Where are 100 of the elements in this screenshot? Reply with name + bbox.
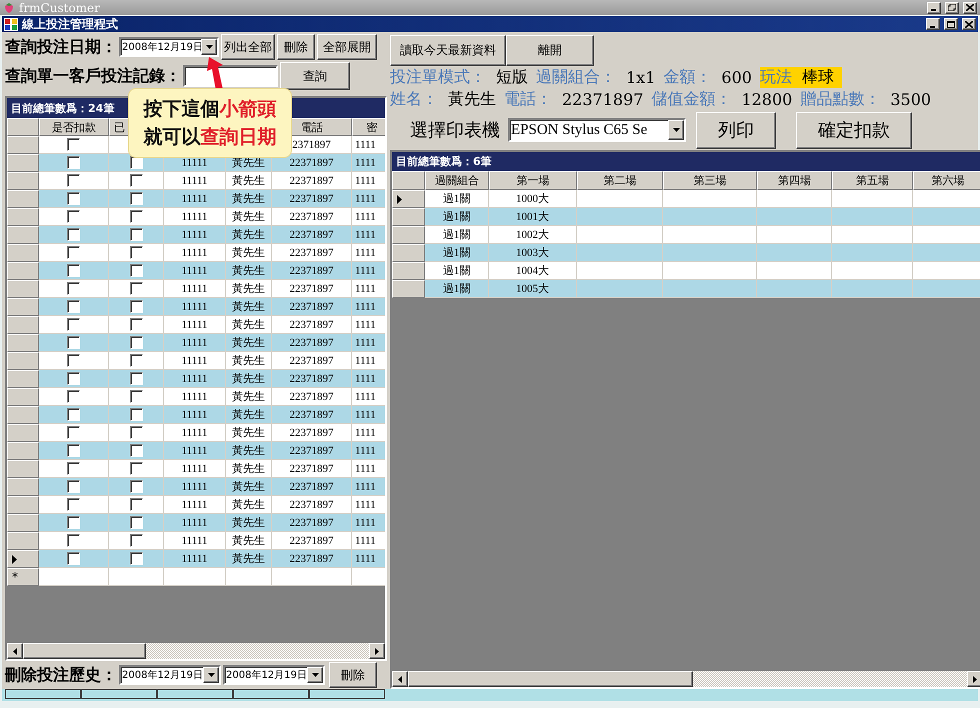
checkbox[interactable] (67, 516, 80, 529)
checkbox[interactable] (130, 282, 142, 295)
column-header[interactable]: 第三場 (663, 171, 757, 190)
table-cell: 22371897 (272, 460, 352, 478)
field-value: 600 (721, 68, 753, 86)
checkbox[interactable] (67, 390, 80, 403)
checkbox[interactable] (67, 408, 80, 421)
checkbox[interactable] (130, 318, 142, 331)
column-header[interactable]: 第二場 (577, 171, 663, 190)
checkbox[interactable] (67, 192, 80, 205)
checkbox[interactable] (130, 480, 142, 493)
action-button[interactable]: 列印 (696, 112, 776, 148)
minimize-button[interactable] (927, 2, 941, 14)
checkbox[interactable] (130, 210, 142, 223)
scroll-left-button[interactable] (392, 671, 408, 687)
checkbox[interactable] (67, 534, 80, 547)
checkbox[interactable] (67, 462, 80, 475)
toolbar-button[interactable]: 列出全部 (221, 34, 275, 60)
dropdown-button[interactable] (201, 39, 217, 55)
row-header[interactable] (392, 190, 425, 208)
column-header[interactable]: 第五場 (832, 171, 913, 190)
toolbar-button[interactable]: 讀取今天最新資料 (390, 34, 506, 66)
scroll-thumb[interactable] (23, 643, 146, 659)
column-header[interactable]: 過關組合 (425, 171, 489, 190)
dropdown-button[interactable] (668, 120, 684, 140)
checkbox[interactable] (130, 498, 142, 511)
column-header[interactable]: 是否扣款 (39, 118, 109, 136)
checkbox[interactable] (67, 210, 80, 223)
checkbox[interactable] (67, 228, 80, 241)
checkbox[interactable] (67, 264, 80, 277)
checkbox[interactable] (67, 336, 80, 349)
row-header[interactable] (7, 550, 39, 568)
checkbox[interactable] (130, 372, 142, 385)
table-cell: 1111 (352, 244, 385, 262)
checkbox[interactable] (67, 354, 80, 367)
date-picker[interactable]: 2008年12月19日 (119, 665, 221, 685)
checkbox[interactable] (67, 318, 80, 331)
checkbox[interactable] (67, 480, 80, 493)
checkbox[interactable] (67, 282, 80, 295)
scroll-thumb[interactable] (408, 671, 692, 687)
checkbox[interactable] (130, 174, 142, 187)
horizontal-scrollbar[interactable] (7, 643, 385, 659)
checkbox[interactable] (130, 264, 142, 277)
checkbox[interactable] (130, 426, 142, 439)
checkbox[interactable] (130, 192, 142, 205)
checkbox[interactable] (130, 462, 142, 475)
checkbox[interactable] (67, 498, 80, 511)
dropdown-button[interactable] (203, 667, 219, 683)
table-cell: 1111 (352, 514, 385, 532)
horizontal-scrollbar[interactable] (392, 671, 980, 687)
checkbox[interactable] (67, 372, 80, 385)
scroll-left-button[interactable] (7, 643, 23, 659)
checkbox[interactable] (67, 426, 80, 439)
checkbox[interactable] (67, 246, 80, 259)
toolbar-button[interactable]: 離開 (506, 34, 594, 66)
date-picker[interactable]: 2008年12月19日 (223, 665, 325, 685)
checkbox[interactable] (67, 138, 80, 151)
scroll-right-button[interactable] (369, 643, 385, 659)
field-value: 12800 (741, 90, 794, 108)
search-button[interactable]: 查詢 (280, 62, 350, 90)
checkbox[interactable] (130, 228, 142, 241)
checkbox[interactable] (130, 408, 142, 421)
checkbox[interactable] (130, 516, 142, 529)
checkbox[interactable] (130, 354, 142, 367)
column-header[interactable]: 第六場 (913, 171, 980, 190)
column-header[interactable]: 第四場 (757, 171, 832, 190)
checkbox[interactable] (67, 174, 80, 187)
table-cell (913, 190, 980, 208)
table-cell: 1111 (352, 478, 385, 496)
checkbox[interactable] (130, 336, 142, 349)
date-picker[interactable]: 2008年12月19日 (119, 37, 219, 57)
checkbox[interactable] (130, 390, 142, 403)
checkbox[interactable] (130, 444, 142, 457)
checkbox[interactable] (67, 552, 80, 565)
field-value: 1x1 (626, 68, 656, 86)
minimize-button[interactable] (926, 18, 940, 30)
close-button[interactable] (963, 2, 977, 14)
checkbox[interactable] (130, 534, 142, 547)
action-button[interactable]: 確定扣款 (796, 112, 912, 148)
delete-button[interactable]: 刪除 (329, 662, 377, 688)
search-field[interactable] (183, 65, 278, 87)
close-button[interactable] (962, 18, 976, 30)
checkbox[interactable] (130, 300, 142, 313)
checkbox[interactable] (67, 300, 80, 313)
column-header[interactable]: 密 (352, 118, 385, 136)
scroll-right-button[interactable] (967, 671, 980, 687)
table-cell: 22371897 (272, 406, 352, 424)
restore-button[interactable] (945, 2, 959, 14)
column-header[interactable]: 第一場 (489, 171, 577, 190)
toolbar-button[interactable]: 全部展開 (317, 34, 377, 60)
table-cell: 11111 (164, 532, 226, 550)
checkbox[interactable] (67, 444, 80, 457)
table-cell: 1111 (352, 190, 385, 208)
printer-dropdown[interactable]: EPSON Stylus C65 Se (508, 118, 686, 142)
checkbox[interactable] (130, 246, 142, 259)
checkbox[interactable] (130, 552, 142, 565)
toolbar-button[interactable]: 刪除 (277, 34, 315, 60)
maximize-button[interactable] (944, 18, 958, 30)
checkbox[interactable] (67, 156, 80, 169)
dropdown-button[interactable] (307, 667, 323, 683)
